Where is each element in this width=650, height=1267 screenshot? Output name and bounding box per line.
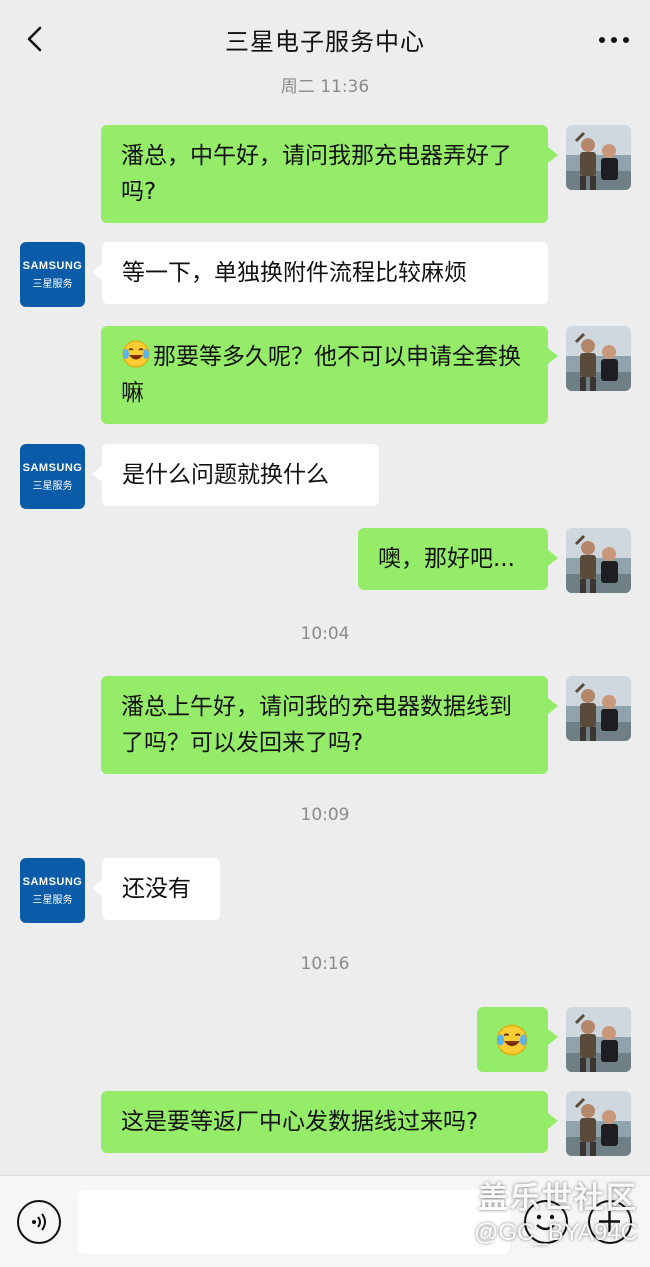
avatar-brand: SAMSUNG (22, 875, 83, 888)
community-watermark: 盖乐世社区 @GC_BYA94C (474, 1173, 638, 1247)
face-with-tears-of-joy-icon (496, 1024, 528, 1056)
voice-icon[interactable] (17, 1200, 61, 1244)
incoming-message[interactable]: 还没有 (92, 858, 220, 920)
incoming-message[interactable]: 是什么问题就换什么 (92, 444, 379, 506)
user-avatar[interactable] (566, 676, 631, 741)
timestamp: 10:04 (300, 624, 350, 644)
outgoing-emoji-message[interactable] (477, 1007, 558, 1072)
user-avatar[interactable] (566, 125, 631, 190)
timestamp: 周二 11:36 (280, 78, 370, 97)
contact-avatar[interactable]: SAMSUNG 三星服务 (20, 444, 85, 509)
timestamp: 10:16 (300, 954, 350, 974)
avatar-brand: SAMSUNG (22, 461, 83, 474)
message-list[interactable]: 周二 11:36 潘总，中午好，请问我那充电器弄好了吗? SAMSUNG 三星服… (0, 78, 650, 1175)
outgoing-message[interactable]: 潘总，中午好，请问我那充电器弄好了吗? (101, 125, 558, 223)
avatar-brand: SAMSUNG (22, 259, 83, 272)
user-avatar[interactable] (566, 1007, 631, 1072)
face-with-tears-of-joy-icon (122, 340, 150, 368)
user-avatar[interactable] (566, 326, 631, 391)
message-text: 那要等多久呢？他不可以申请全套换嘛 (121, 344, 521, 406)
outgoing-message[interactable]: 噢，那好吧... (358, 528, 558, 590)
outgoing-message[interactable]: 那要等多久呢？他不可以申请全套换嘛 (101, 326, 558, 424)
watermark-title: 盖乐世社区 (478, 1182, 638, 1215)
incoming-message[interactable]: 等一下，单独换附件流程比较麻烦 (92, 242, 548, 304)
chevron-left-icon[interactable] (22, 24, 52, 54)
avatar-label: 三星服务 (32, 480, 73, 492)
chat-title: 三星电子服务中心 (225, 27, 425, 56)
avatar-label: 三星服务 (32, 894, 73, 906)
timestamp: 10:09 (300, 805, 350, 825)
contact-avatar[interactable]: SAMSUNG 三星服务 (20, 858, 85, 923)
outgoing-message[interactable]: 潘总上午好，请问我的充电器数据线到了吗？可以发回来了吗? (101, 676, 558, 774)
user-avatar[interactable] (566, 1091, 631, 1156)
chat-header: 三星电子服务中心 (0, 0, 650, 78)
outgoing-message[interactable]: 这是要等返厂中心发数据线过来吗? (101, 1091, 558, 1153)
message-input[interactable] (78, 1190, 510, 1254)
contact-avatar[interactable]: SAMSUNG 三星服务 (20, 242, 85, 307)
more-dots-icon[interactable] (594, 26, 634, 54)
avatar-label: 三星服务 (32, 278, 73, 290)
watermark-handle: @GC_BYA94C (474, 1219, 638, 1246)
user-avatar[interactable] (566, 528, 631, 593)
